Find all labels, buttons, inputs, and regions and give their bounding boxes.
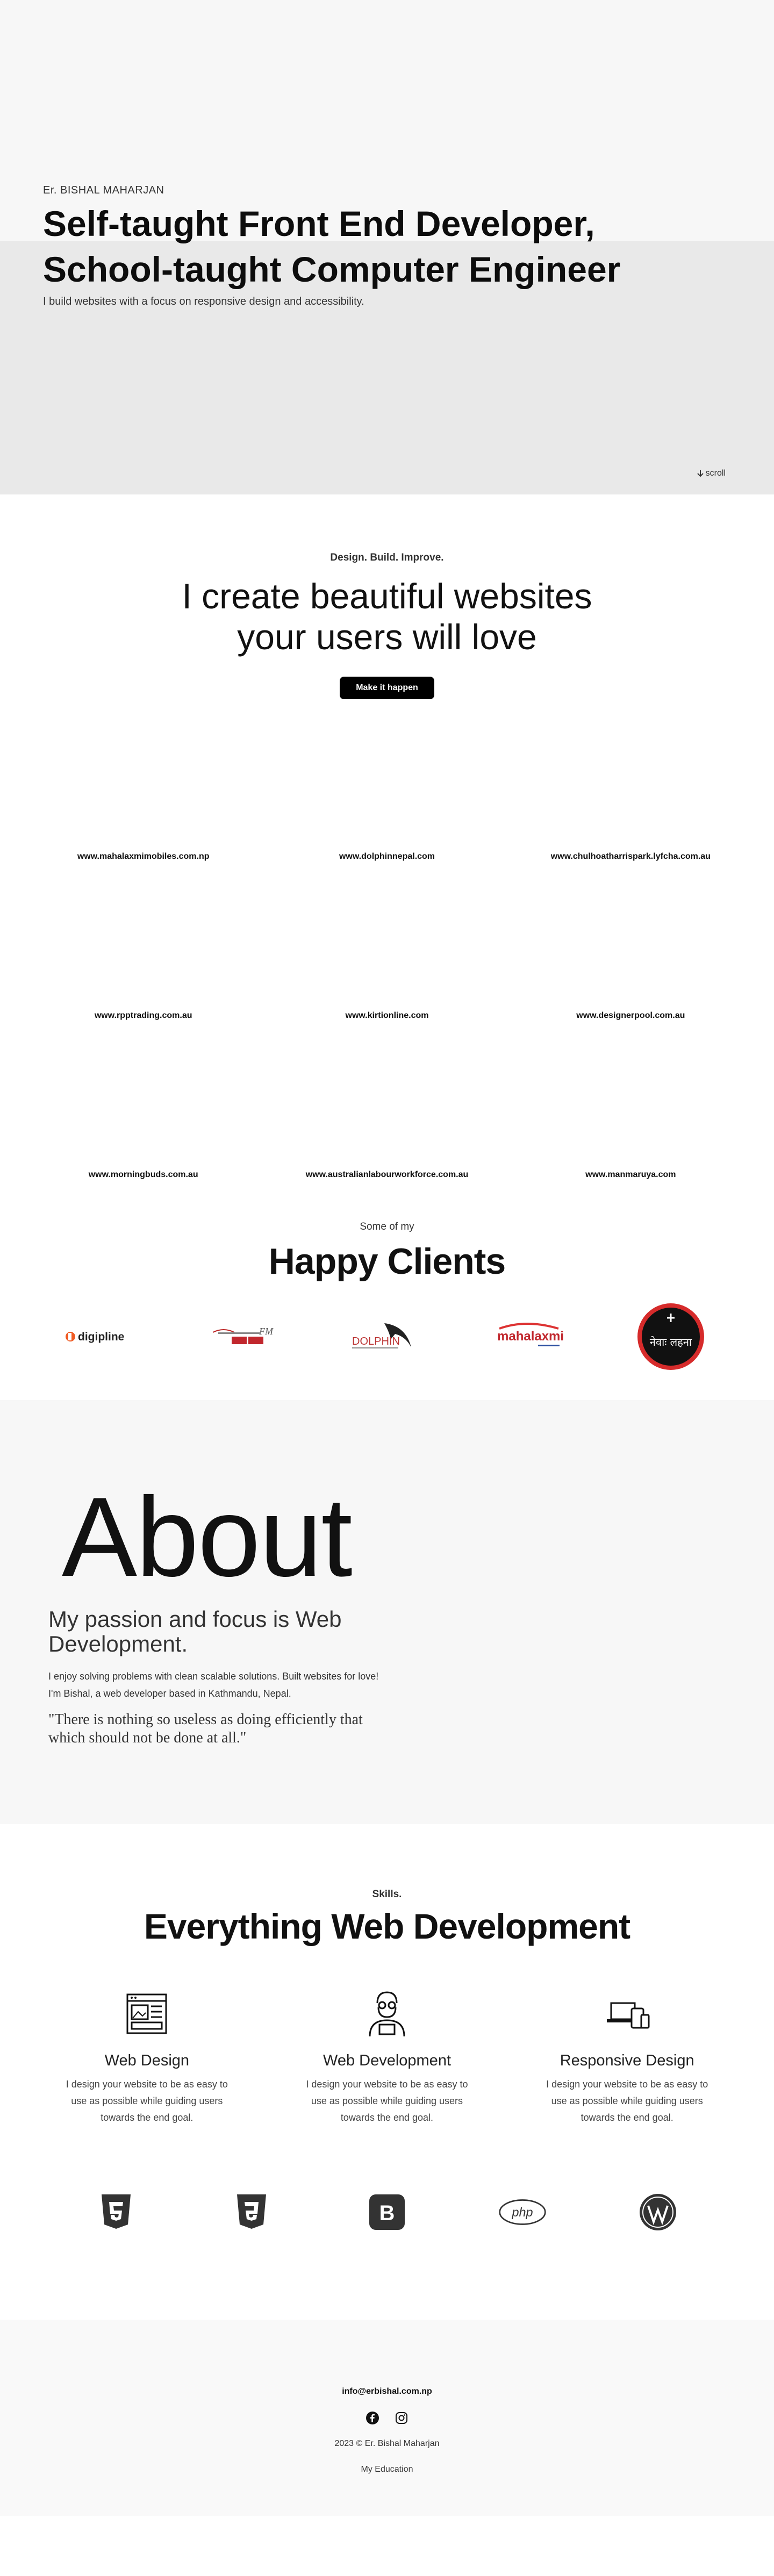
about-quote: "There is nothing so useless as doing ef…	[48, 1711, 363, 1746]
client-logo-fm: FM	[205, 1302, 285, 1372]
client-logo-digipline: digipline	[63, 1302, 144, 1372]
scroll-link[interactable]: scroll	[697, 469, 726, 478]
skill-card-web-design: Web Design I design your website to be a…	[27, 1987, 267, 2126]
hero-headline: Self-taught Front End Developer, School-…	[43, 201, 620, 292]
tech-logos: B php	[0, 2188, 774, 2236]
portfolio-link-australianlabourworkforce[interactable]: www.australianlabourworkforce.com.au	[265, 1039, 508, 1198]
responsive-devices-icon	[606, 2002, 650, 2029]
bootstrap-icon: B	[363, 2188, 411, 2236]
facebook-icon	[366, 2412, 379, 2424]
scroll-label: scroll	[705, 469, 726, 478]
cta-subtitle: Design. Build. Improve.	[330, 552, 444, 563]
portfolio-grid: www.mahalaxmimobiles.com.np www.dolphinn…	[0, 721, 774, 1198]
dolphin-logo-text: DOLPHIN	[352, 1336, 400, 1347]
client-logo-mahalaxmi: mahalaxmi	[489, 1302, 569, 1372]
skills-subtitle: Skills.	[372, 1889, 402, 1900]
about-section: About My passion and focus is Web Develo…	[0, 1400, 774, 1824]
skill-card-title: Responsive Design	[560, 2052, 694, 2069]
digipline-logo-text: digipline	[78, 1331, 124, 1343]
skill-card-text: I design your website to be as easy to u…	[306, 2079, 468, 2123]
portfolio-link-kirtionline[interactable]: www.kirtionline.com	[265, 880, 508, 1039]
portfolio-link-dolphinnepal[interactable]: www.dolphinnepal.com	[265, 721, 508, 880]
skill-card-title: Web Development	[322, 2052, 452, 2069]
clients-heading: Happy Clients	[268, 1241, 506, 1282]
skill-card-title: Web Design	[104, 2052, 190, 2069]
portfolio-link-morningbuds[interactable]: www.morningbuds.com.au	[22, 1039, 265, 1198]
hero-eyebrow: Er. BISHAL MAHARJAN	[43, 184, 164, 196]
skill-card-text: I design your website to be as easy to u…	[66, 2079, 228, 2123]
css3-icon	[227, 2188, 276, 2236]
hero-content: Er. BISHAL MAHARJAN Self-taught Front En…	[43, 184, 620, 308]
about-heading: About	[62, 1474, 353, 1600]
hero-section: Er. BISHAL MAHARJAN Self-taught Front En…	[0, 0, 774, 494]
cta-heading-line-1: I create beautiful websites	[182, 576, 592, 616]
about-body: I enjoy solving problems with clean scal…	[48, 1671, 379, 1699]
footer-copyright: 2023 © Er. Bishal Maharjan	[334, 2439, 440, 2448]
instagram-icon	[396, 2412, 407, 2424]
about-subheading: My passion and focus is Web Development.	[48, 1606, 342, 1656]
skill-card-web-development: Web Development I design your website to…	[267, 1987, 507, 2126]
client-logos: digipline FM DOLPHIN mahalaxmi नेवाः लहन…	[0, 1302, 774, 1372]
make-it-happen-button[interactable]: Make it happen	[340, 677, 434, 699]
portfolio-link-mahalaxmimobiles[interactable]: www.mahalaxmimobiles.com.np	[22, 721, 265, 880]
hero-headline-line-2: School-taught Computer Engineer	[43, 249, 621, 289]
client-logo-dolphin: DOLPHIN	[347, 1302, 427, 1372]
footer-email-link[interactable]: info@erbishal.com.np	[342, 2387, 432, 2396]
skills-section: Skills. Everything Web Development Web D…	[0, 1824, 774, 2320]
my-education-link[interactable]: My Education	[0, 2465, 774, 2474]
skill-cards: Web Design I design your website to be a…	[0, 1987, 774, 2126]
html5-icon	[92, 2188, 140, 2236]
php-icon-label: php	[511, 2205, 533, 2219]
skills-heading: Everything Web Development	[144, 1906, 630, 1946]
svg-text:B: B	[379, 2201, 395, 2225]
wordpress-icon	[634, 2188, 682, 2236]
arrow-down-icon	[697, 470, 704, 477]
cta-section: Design. Build. Improve. I create beautif…	[0, 494, 774, 721]
newa-logo-text: नेवाः लहना	[650, 1336, 692, 1348]
footer: info@erbishal.com.np 2023 © Er. Bishal M…	[0, 2320, 774, 2516]
instagram-link[interactable]	[395, 2412, 408, 2427]
cta-heading-line-2: your users will love	[237, 617, 537, 657]
cta-heading: I create beautiful websites your users w…	[0, 576, 774, 657]
web-design-icon	[126, 1993, 167, 2034]
clients-subtitle: Some of my	[360, 1221, 414, 1232]
php-icon: php	[498, 2188, 547, 2236]
fm-logo-text: FM	[259, 1326, 274, 1337]
portfolio-link-chulhoatharrispark[interactable]: www.chulhoatharrispark.lyfcha.com.au	[509, 721, 752, 880]
portfolio-link-designerpool[interactable]: www.designerpool.com.au	[509, 880, 752, 1039]
developer-icon	[369, 1991, 405, 2037]
client-logo-newa: नेवाः लहना	[630, 1302, 711, 1372]
skill-card-text: I design your website to be as easy to u…	[546, 2079, 708, 2123]
social-links	[0, 2412, 774, 2427]
mahalaxmi-logo-text: mahalaxmi	[497, 1329, 564, 1344]
portfolio-link-rpptrading[interactable]: www.rpptrading.com.au	[22, 880, 265, 1039]
hero-lead: I build websites with a focus on respons…	[43, 296, 364, 307]
portfolio-link-manmaruya[interactable]: www.manmaruya.com	[509, 1039, 752, 1198]
hero-headline-line-1: Self-taught Front End Developer,	[43, 204, 595, 243]
skill-card-responsive-design: Responsive Design I design your website …	[507, 1987, 747, 2126]
facebook-link[interactable]	[366, 2412, 379, 2427]
clients-section: Some of my Happy Clients digipline FM DO…	[0, 1198, 774, 1400]
